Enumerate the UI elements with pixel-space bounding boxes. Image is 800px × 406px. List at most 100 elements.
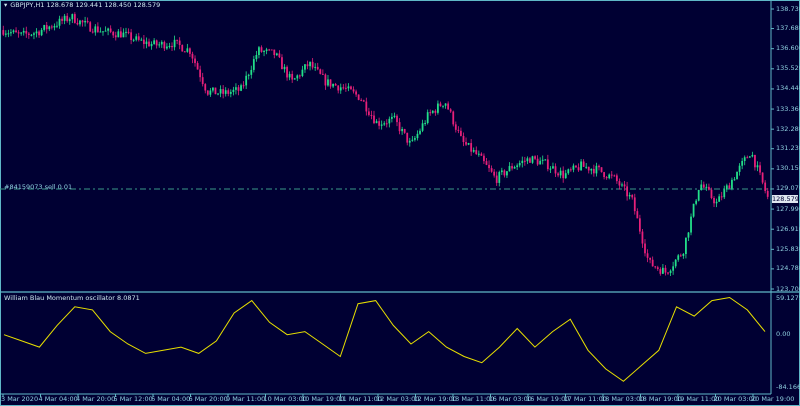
candle-body xyxy=(270,49,273,51)
candle-body xyxy=(638,218,641,232)
candle-body xyxy=(263,51,265,53)
candle-body xyxy=(592,168,595,174)
candle-body xyxy=(495,175,498,183)
price-tick-label: 130.150 xyxy=(776,164,800,173)
candle-body xyxy=(360,99,363,101)
candle-body xyxy=(618,181,621,186)
candle-body xyxy=(477,153,480,155)
candle-body xyxy=(546,159,549,170)
candle-body xyxy=(76,22,79,25)
candle-body xyxy=(367,111,370,115)
candle-body xyxy=(334,83,337,86)
candle-body xyxy=(375,121,378,124)
candle-body xyxy=(219,89,222,94)
candle-body xyxy=(649,257,652,260)
candle-body xyxy=(439,103,442,107)
candle-body xyxy=(541,159,544,161)
candle-body xyxy=(401,129,404,132)
candle-body xyxy=(324,74,327,86)
candle-body xyxy=(81,20,84,23)
candle-body xyxy=(237,87,240,91)
candle-body xyxy=(685,237,687,255)
current-price-tag: 128.579 xyxy=(772,195,799,203)
candle-body xyxy=(4,33,7,35)
candle-body xyxy=(434,110,437,113)
candle-body xyxy=(631,194,634,198)
candle-body xyxy=(119,31,122,38)
candle-body xyxy=(140,39,143,41)
oscillator-scale-label: 0.00 xyxy=(776,330,791,339)
time-tick-label: 4 Mar 20:00 xyxy=(76,395,116,403)
candle-body xyxy=(766,190,769,197)
candle-body xyxy=(598,165,600,168)
candle-body xyxy=(557,173,559,176)
candle-body xyxy=(63,15,66,21)
candle-body xyxy=(756,165,759,168)
candle-body xyxy=(664,267,667,273)
candle-body xyxy=(183,51,186,53)
candle-body xyxy=(122,32,125,38)
candle-body xyxy=(224,90,227,94)
candle-body xyxy=(68,19,71,22)
candle-body xyxy=(549,168,552,170)
candle-body xyxy=(132,39,135,41)
candle-body xyxy=(143,39,145,45)
candle-body xyxy=(286,66,288,78)
candle-body xyxy=(206,90,209,95)
candle-body xyxy=(562,170,565,179)
candle-body xyxy=(296,75,299,79)
candle-body xyxy=(260,47,263,52)
candle-body xyxy=(327,79,329,86)
candle-body xyxy=(442,105,444,107)
candle-body xyxy=(53,25,56,28)
candle-body xyxy=(605,177,608,179)
candle-body xyxy=(383,123,386,125)
candle-body xyxy=(89,22,92,32)
candle-body xyxy=(199,69,202,78)
candle-body xyxy=(344,87,347,89)
order-line-label[interactable]: #84159073 sell 0.01 xyxy=(4,184,72,191)
candle-body xyxy=(564,173,567,179)
candle-body xyxy=(291,73,294,80)
candle-body xyxy=(702,184,705,188)
candle-body xyxy=(38,31,40,36)
time-tick-label: 9 Mar 11:00 xyxy=(226,395,266,403)
chart-canvas[interactable] xyxy=(0,0,800,406)
candle-body xyxy=(498,172,501,183)
candle-body xyxy=(759,165,761,173)
candle-body xyxy=(506,171,508,176)
candle-body xyxy=(493,171,496,176)
candle-body xyxy=(229,91,232,94)
candle-body xyxy=(603,172,605,178)
candle-body xyxy=(66,15,69,22)
candle-body xyxy=(339,87,342,91)
candle-body xyxy=(467,143,470,145)
candle-body xyxy=(454,124,457,130)
candle-body xyxy=(659,269,662,274)
candle-body xyxy=(656,267,659,270)
candle-body xyxy=(531,156,534,163)
candle-body xyxy=(700,184,703,190)
dropdown-triangle-icon[interactable]: ▾ xyxy=(4,2,7,9)
candle-body xyxy=(304,64,306,70)
candle-body xyxy=(431,110,434,113)
candle-body xyxy=(500,170,503,173)
candle-body xyxy=(332,83,334,87)
price-tick-label: 123.700 xyxy=(776,284,800,293)
candle-body xyxy=(275,53,278,56)
candle-body xyxy=(674,259,677,267)
candle-body xyxy=(516,165,519,167)
candle-body xyxy=(166,46,168,49)
candle-body xyxy=(692,203,695,217)
candle-body xyxy=(490,168,493,172)
candle-body xyxy=(641,231,644,244)
candle-body xyxy=(667,272,669,274)
candle-body xyxy=(96,26,99,32)
candle-body xyxy=(158,44,161,46)
candle-body xyxy=(761,172,764,183)
terminal-chart-window[interactable]: ▾ GBPJPY,H1 128.678 129.441 128.450 128.5… xyxy=(0,0,800,406)
candle-body xyxy=(171,45,173,48)
candle-body xyxy=(452,111,455,125)
candle-body xyxy=(646,253,649,258)
candle-body xyxy=(189,48,191,54)
